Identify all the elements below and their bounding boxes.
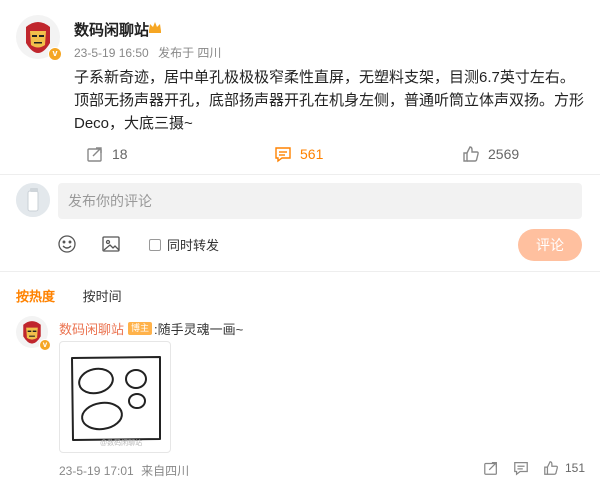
composer-toolbar: 同时转发 — [0, 234, 600, 256]
crown-icon — [149, 22, 161, 33]
comment-author-avatar[interactable]: v — [16, 316, 51, 351]
image-watermark: @数码闲聊站 — [100, 440, 143, 447]
repost-icon[interactable] — [483, 460, 499, 476]
also-repost-label: 同时转发 — [167, 238, 220, 253]
author-tag-badge: 博主 — [128, 322, 153, 335]
like-count: 2569 — [488, 146, 520, 162]
verified-badge-icon: v — [48, 47, 62, 61]
comment-action-bar: 151 — [0, 460, 600, 478]
verified-badge-icon: v — [39, 339, 51, 351]
submit-comment-button[interactable]: 评论 — [518, 229, 582, 261]
post-meta: 23-5-19 16:50 发布于 四川 — [74, 44, 227, 61]
comment-like-count: 151 — [565, 461, 586, 475]
post-action-bar: 18 561 2569 — [0, 145, 600, 167]
comment-line: 数码闲聊站 博主 :随手灵魂一画~ — [59, 319, 243, 338]
divider — [0, 174, 600, 175]
comment-icon — [275, 147, 291, 163]
tab-sort-hot[interactable]: 按热度 — [16, 289, 55, 304]
emoji-icon[interactable] — [57, 234, 77, 254]
like-icon — [544, 461, 558, 475]
comment-count: 561 — [300, 146, 324, 162]
comment-text: :随手灵魂一画~ — [154, 322, 244, 337]
repost-icon — [87, 147, 102, 162]
also-repost-checkbox[interactable] — [149, 238, 161, 251]
like-icon — [463, 146, 479, 162]
repost-button[interactable]: 18 — [86, 145, 128, 163]
my-avatar[interactable] — [16, 183, 50, 217]
post-time[interactable]: 23-5-19 16:50 — [74, 46, 149, 60]
post-source: 发布于 四川 — [158, 46, 222, 60]
comment-input[interactable]: 发布你的评论 — [58, 183, 582, 219]
post-author-name[interactable]: 数码闲聊站 — [74, 19, 149, 40]
comment-image[interactable]: @数码闲聊站 — [59, 341, 171, 453]
comment-sort-tabs: 按热度 按时间 — [16, 286, 146, 305]
comment-like-button[interactable]: 151 — [543, 460, 585, 476]
post-body: 子系新奇迹，居中单孔极极极窄柔性直屏，无塑料支架，目测6.7英寸左右。顶部无扬声… — [74, 69, 585, 132]
divider — [0, 271, 600, 272]
comment-author-name[interactable]: 数码闲聊站 — [59, 319, 124, 338]
repost-count: 18 — [112, 146, 128, 162]
comment-button[interactable]: 561 — [274, 145, 323, 163]
comment-icon[interactable] — [513, 460, 529, 476]
author-avatar[interactable]: v — [16, 15, 62, 61]
tab-sort-time[interactable]: 按时间 — [83, 289, 122, 304]
also-repost-toggle[interactable]: 同时转发 — [149, 235, 219, 254]
like-button[interactable]: 2569 — [462, 145, 519, 163]
image-icon[interactable] — [101, 234, 121, 254]
